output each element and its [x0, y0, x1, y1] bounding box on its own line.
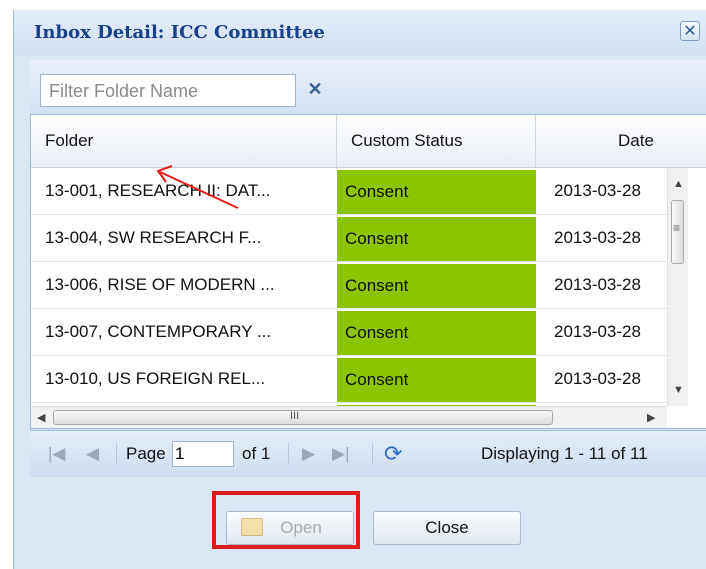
annotation-highlight-box [212, 491, 360, 549]
annotation-arrow-line [159, 171, 239, 209]
annotation-overlay [156, 165, 239, 209]
